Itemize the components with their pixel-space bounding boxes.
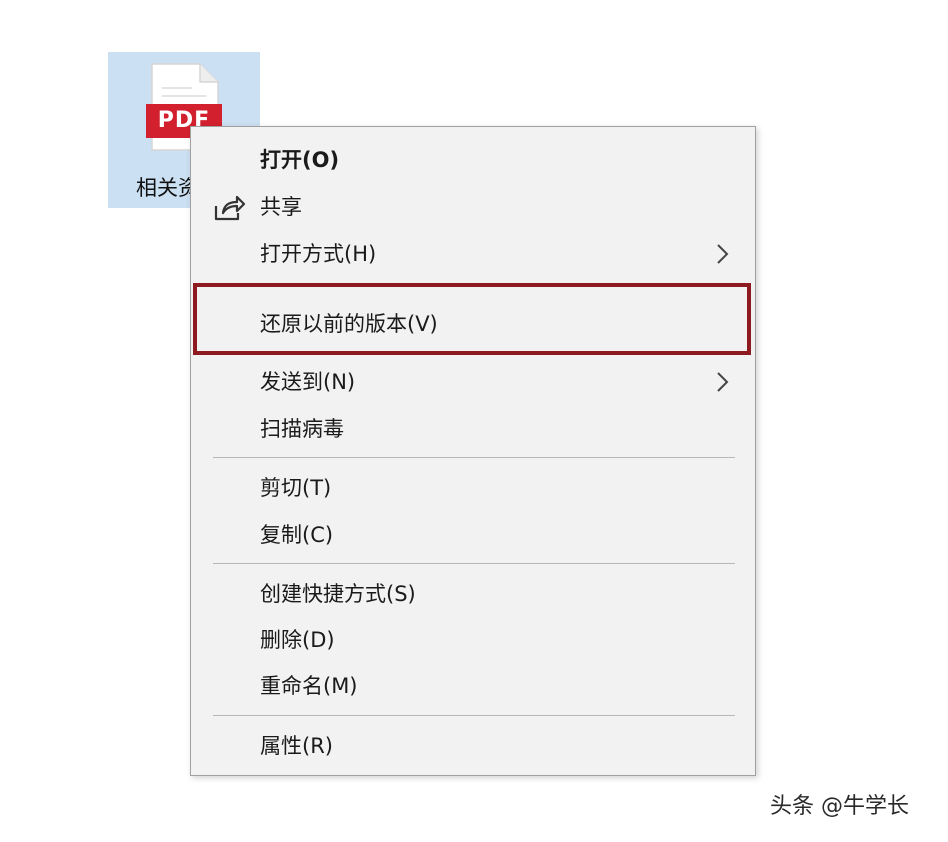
menu-item-label: 打开(O) <box>260 148 340 172</box>
menu-item-label: 剪切(T) <box>260 476 332 500</box>
chevron-right-icon <box>717 372 729 392</box>
menu-item-delete[interactable]: 删除(D) <box>192 617 754 663</box>
watermark: 头条 @牛学长 <box>770 794 909 819</box>
menu-item-share[interactable]: 共享 <box>192 184 754 230</box>
menu-item-label: 复制(C) <box>260 523 334 547</box>
menu-item-scan-virus[interactable]: 扫描病毒 <box>192 406 754 452</box>
menu-separator <box>213 715 735 716</box>
menu-item-label: 创建快捷方式(S) <box>260 582 416 606</box>
menu-item-open[interactable]: 打开(O) <box>192 137 754 183</box>
menu-item-rename[interactable]: 重命名(M) <box>192 663 754 709</box>
chevron-right-icon <box>717 244 729 264</box>
menu-item-properties[interactable]: 属性(R) <box>192 723 754 769</box>
menu-item-send-to[interactable]: 发送到(N) <box>192 359 754 405</box>
context-menu: 打开(O) 共享 打开方式(H) 还原以前的版本(V) 发送到(N) 扫描病毒 … <box>190 126 756 776</box>
share-icon <box>214 195 246 221</box>
menu-item-label: 发送到(N) <box>260 370 356 394</box>
menu-item-copy[interactable]: 复制(C) <box>192 512 754 558</box>
menu-item-cut[interactable]: 剪切(T) <box>192 465 754 511</box>
menu-item-label: 打开方式(H) <box>260 242 377 266</box>
menu-item-label: 属性(R) <box>260 734 333 758</box>
highlight-frame <box>193 283 751 355</box>
menu-separator <box>213 457 735 458</box>
menu-item-open-with[interactable]: 打开方式(H) <box>192 231 754 277</box>
menu-item-label: 删除(D) <box>260 628 335 652</box>
menu-item-label: 共享 <box>260 195 302 219</box>
menu-item-label: 扫描病毒 <box>260 417 344 441</box>
menu-separator <box>213 563 735 564</box>
desktop: PDF 相关资 打开(O) 共享 打开方式(H) 还原以前的版本(V) 发送到(… <box>0 0 948 842</box>
menu-item-create-shortcut[interactable]: 创建快捷方式(S) <box>192 571 754 617</box>
menu-item-label: 重命名(M) <box>260 674 358 698</box>
